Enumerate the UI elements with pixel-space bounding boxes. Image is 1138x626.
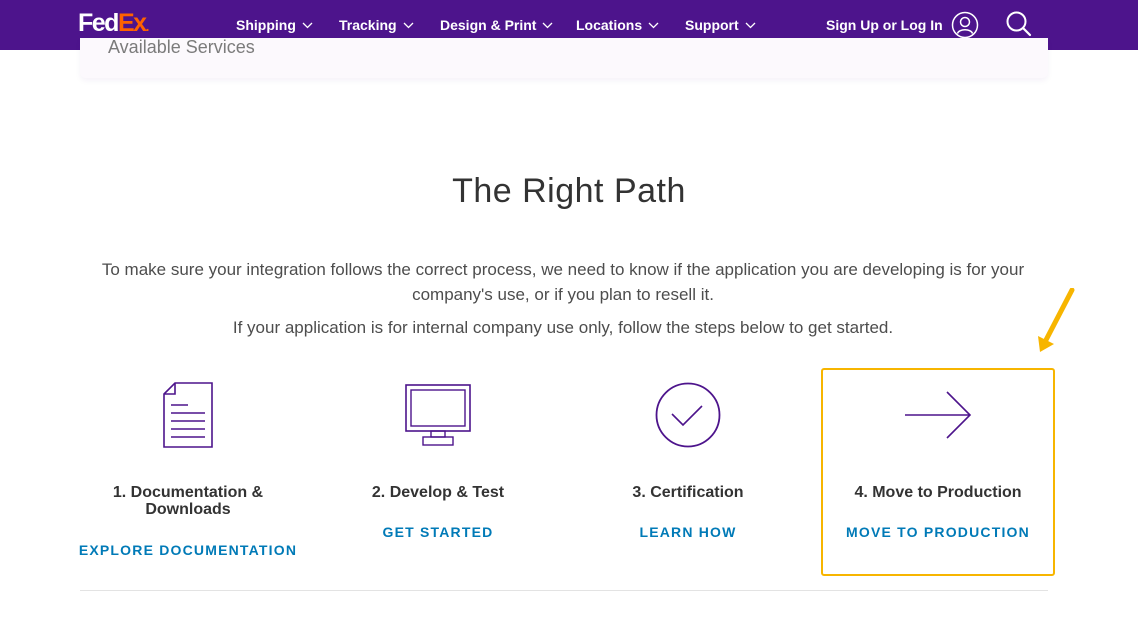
nav-tracking-label: Tracking <box>339 17 397 33</box>
pointer-arrow-icon <box>1038 288 1075 352</box>
nav-support[interactable]: Support <box>685 14 756 36</box>
explore-documentation-link[interactable]: EXPLORE DOCUMENTATION <box>78 542 298 558</box>
available-services-heading: Available Services <box>108 38 255 57</box>
logo-fed: Fed <box>78 9 119 37</box>
step-develop-test: 2. Develop & Test GET STARTED <box>328 370 548 575</box>
step-2-title: 2. Develop & Test <box>371 484 505 501</box>
chevron-down-icon <box>745 22 756 28</box>
logo-dot: . <box>145 18 150 34</box>
intro-text: To make sure your integration follows th… <box>101 260 1025 304</box>
section-divider <box>80 590 1048 591</box>
chevron-down-icon <box>302 22 313 28</box>
step-documentation: 1. Documentation & Downloads EXPLORE DOC… <box>78 370 298 575</box>
nav-support-label: Support <box>685 17 739 33</box>
logo-ex: Ex <box>117 9 147 37</box>
highlight-box <box>821 368 1055 576</box>
login-button[interactable]: Sign Up or Log In <box>826 10 979 40</box>
step-1-title: 1. Documentation & Downloads <box>112 484 264 518</box>
nav-design-print[interactable]: Design & Print <box>440 14 553 36</box>
search-button[interactable] <box>1005 10 1033 38</box>
nav-design-print-label: Design & Print <box>440 17 537 33</box>
login-label: Sign Up or Log In <box>826 17 943 33</box>
user-icon <box>951 11 978 39</box>
monitor-icon <box>405 384 471 446</box>
chevron-down-icon <box>543 22 553 28</box>
chevron-down-icon <box>403 22 414 28</box>
step-certification: 3. Certification LEARN HOW <box>578 370 798 575</box>
nav-locations[interactable]: Locations <box>576 14 659 36</box>
get-started-link[interactable]: GET STARTED <box>328 524 548 540</box>
nav-locations-label: Locations <box>576 17 643 33</box>
document-icon <box>163 382 213 448</box>
page-title: The Right Path <box>452 172 686 210</box>
chevron-down-icon <box>648 22 659 28</box>
instruction-text: If your application is for internal comp… <box>232 318 894 337</box>
step-3-title: 3. Certification <box>632 484 744 501</box>
nav-shipping-label: Shipping <box>236 17 296 33</box>
nav-tracking[interactable]: Tracking <box>339 14 414 36</box>
learn-how-link[interactable]: LEARN HOW <box>578 524 798 540</box>
search-icon <box>1006 11 1032 37</box>
nav-shipping[interactable]: Shipping <box>236 14 313 36</box>
available-services-card: Available Services <box>80 38 1048 78</box>
checkmark-circle-icon <box>655 382 721 448</box>
fedex-logo[interactable]: FedEx. <box>78 8 149 41</box>
